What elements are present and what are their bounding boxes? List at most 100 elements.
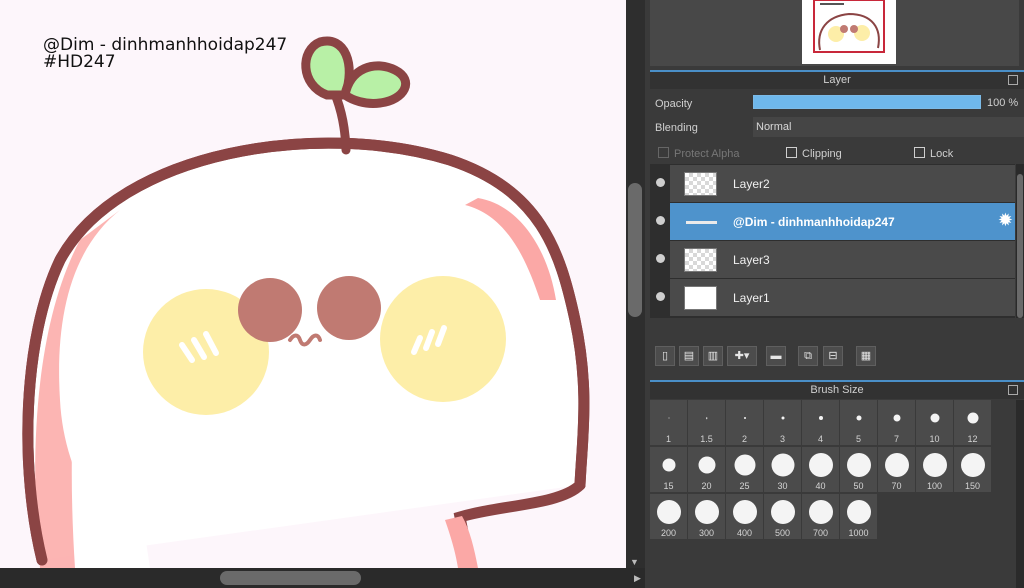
brush-size-label: 1 — [665, 434, 671, 444]
brush-dot-icon — [922, 453, 947, 477]
opacity-slider[interactable] — [753, 95, 981, 109]
brush-size-40[interactable]: 40 — [802, 447, 839, 492]
brush-size-label: 150 — [964, 481, 981, 491]
drawing-canvas[interactable]: @Dim - dinhmanhhoidap247 #HD247 — [0, 0, 626, 568]
brush-size-panel-header: Brush Size — [650, 380, 1024, 399]
brush-size-300[interactable]: 300 — [688, 494, 725, 539]
brush-dot-icon — [960, 453, 985, 477]
lock-label: Lock — [930, 148, 954, 160]
popout-icon[interactable] — [1008, 75, 1018, 85]
layer-row-layer2[interactable]: Layer2 — [650, 165, 1015, 202]
blending-label: Blending — [655, 122, 698, 134]
brush-size-7[interactable]: 7 — [878, 400, 915, 445]
brush-size-500[interactable]: 500 — [764, 494, 801, 539]
brush-dot-icon — [930, 413, 939, 423]
layer-list-scrollbar[interactable] — [1016, 164, 1024, 318]
brush-size-3[interactable]: 3 — [764, 400, 801, 445]
brush-size-1000[interactable]: 1000 — [840, 494, 877, 539]
brush-dot-icon — [770, 500, 795, 524]
popout-icon[interactable] — [1008, 385, 1018, 395]
layer-row-layer3[interactable]: Layer3 — [650, 241, 1015, 278]
layer-scroll-thumb[interactable] — [1017, 174, 1023, 318]
brush-size-1.5[interactable]: 1.5 — [688, 400, 725, 445]
scroll-down-arrow-icon[interactable]: ▼ — [630, 558, 639, 567]
navigator-thumbnail[interactable] — [802, 0, 896, 64]
brush-panel-scrollbar[interactable] — [1016, 400, 1024, 588]
brush-size-label: 30 — [777, 481, 788, 491]
brush-size-4[interactable]: 4 — [802, 400, 839, 445]
left-eye — [238, 278, 302, 342]
brush-size-700[interactable]: 700 — [802, 494, 839, 539]
protect-alpha-box — [658, 147, 669, 158]
layer-thumbnail — [684, 210, 717, 234]
navigator-panel[interactable] — [650, 0, 1019, 66]
layer-row-layer1[interactable]: Layer1 — [650, 279, 1015, 316]
protect-alpha-checkbox[interactable]: Protect Alpha — [658, 147, 739, 160]
visibility-eye-icon[interactable] — [656, 216, 665, 225]
brush-size-2[interactable]: 2 — [726, 400, 763, 445]
brush-size-100[interactable]: 100 — [916, 447, 953, 492]
visibility-eye-icon[interactable] — [656, 254, 665, 263]
merge-layer-icon[interactable]: ⊟ — [823, 346, 843, 366]
vertical-scroll-thumb[interactable] — [628, 183, 642, 317]
opacity-label: Opacity — [655, 98, 693, 110]
brush-dot-icon — [884, 453, 909, 477]
brush-size-30[interactable]: 30 — [764, 447, 801, 492]
brush-dot-icon — [662, 458, 675, 472]
brush-size-1[interactable]: 1 — [650, 400, 687, 445]
layer-name: Layer1 — [733, 291, 770, 305]
brush-size-15[interactable]: 15 — [650, 447, 687, 492]
new-raster-icon[interactable]: ▤ — [679, 346, 699, 366]
brush-size-50[interactable]: 50 — [840, 447, 877, 492]
brush-size-150[interactable]: 150 — [954, 447, 991, 492]
layer-thumbnail — [684, 172, 717, 196]
visibility-eye-icon[interactable] — [656, 292, 665, 301]
brush-dot-icon — [808, 500, 833, 524]
brush-dot-icon — [967, 412, 978, 424]
visibility-eye-icon[interactable] — [656, 178, 665, 187]
layer-row-dim-text[interactable]: @Dim - dinhmanhhoidap247 ✹ — [650, 203, 1015, 240]
lock-checkbox[interactable]: Lock — [914, 147, 953, 160]
brush-size-200[interactable]: 200 — [650, 494, 687, 539]
clipping-box — [786, 147, 797, 158]
brush-size-panel-title: Brush Size — [810, 384, 864, 396]
layer-row-body[interactable]: Layer1 — [670, 279, 1015, 316]
brush-size-12[interactable]: 12 — [954, 400, 991, 445]
horizontal-scroll-thumb[interactable] — [220, 571, 361, 585]
new-text-icon[interactable]: ▥ — [703, 346, 723, 366]
right-side-panel: Layer Opacity 100 % Blending Normal Prot… — [645, 0, 1024, 588]
brush-size-label: 2 — [741, 434, 747, 444]
add-layer-dropdown-icon[interactable]: ✚▾ — [727, 346, 757, 366]
layer-row-body[interactable]: @Dim - dinhmanhhoidap247 ✹ — [670, 203, 1015, 240]
brush-size-20[interactable]: 20 — [688, 447, 725, 492]
blending-mode-value: Normal — [756, 121, 792, 133]
layer-row-body[interactable]: Layer2 — [670, 165, 1015, 202]
brush-dot-icon — [781, 416, 784, 420]
protect-alpha-label: Protect Alpha — [674, 148, 740, 160]
brush-dot-icon — [846, 453, 871, 477]
brush-size-10[interactable]: 10 — [916, 400, 953, 445]
scroll-right-arrow-icon[interactable]: ▶ — [634, 573, 641, 584]
brush-size-5[interactable]: 5 — [840, 400, 877, 445]
clipping-checkbox[interactable]: Clipping — [786, 147, 842, 160]
brush-size-25[interactable]: 25 — [726, 447, 763, 492]
layer-name: Layer3 — [733, 253, 770, 267]
brush-size-label: 40 — [815, 481, 826, 491]
brush-size-400[interactable]: 400 — [726, 494, 763, 539]
canvas-horizontal-scrollbar[interactable]: ▶ — [0, 568, 645, 588]
duplicate-layer-icon[interactable]: ⧉ — [798, 346, 818, 366]
brush-dot-icon — [818, 416, 823, 420]
brush-size-label: 15 — [663, 481, 674, 491]
brush-size-70[interactable]: 70 — [878, 447, 915, 492]
blending-mode-select[interactable]: Normal — [753, 117, 1024, 137]
brush-size-label: 300 — [698, 528, 715, 538]
opacity-value: 100 % — [987, 97, 1019, 109]
layer-row-body[interactable]: Layer3 — [670, 241, 1015, 278]
delete-layer-icon[interactable]: ▦ — [856, 346, 876, 366]
layer-name: Layer2 — [733, 177, 770, 191]
gear-icon[interactable]: ✹ — [998, 211, 1013, 229]
brush-size-label: 1000 — [848, 528, 869, 538]
canvas-vertical-scrollbar[interactable]: ▼ — [626, 0, 645, 568]
new-layer-icon[interactable]: ▯ — [655, 346, 675, 366]
folder-icon[interactable]: ▬ — [766, 346, 786, 366]
